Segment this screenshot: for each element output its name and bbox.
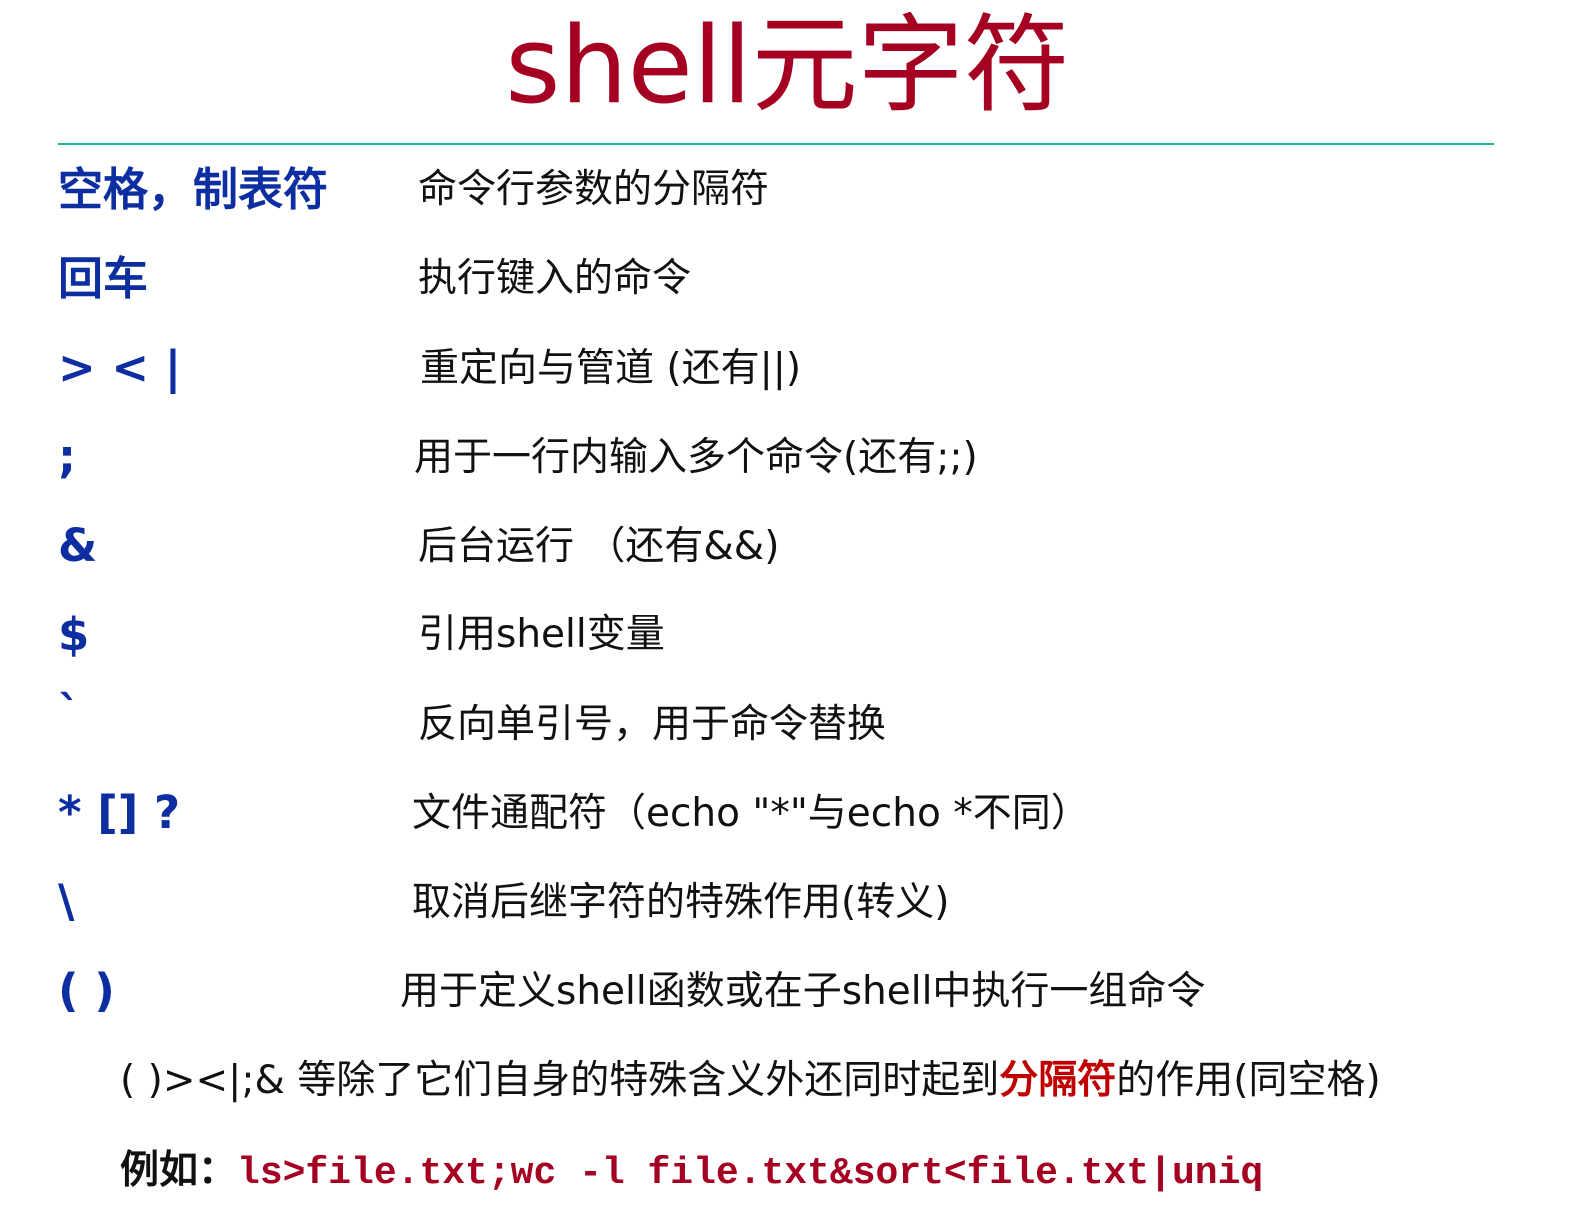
desc-backslash: 取消后继字符的特殊作用(转义) [412, 880, 950, 925]
example-line: 例如：ls>file.txt;wc -l file.txt&sort<file.… [120, 1146, 1263, 1203]
symbol-redirect-pipe: > < | [58, 341, 182, 394]
note-text-before: ( )><|;& 等除了它们自身的特殊含义外还同时起到 [120, 1058, 1000, 1103]
example-label: 例如： [120, 1148, 238, 1193]
title-divider [58, 143, 1494, 145]
slide-title: shell元字符 [505, 4, 1070, 127]
desc-wildcards: 文件通配符（echo "*"与echo *不同） [412, 791, 1090, 836]
note-highlight: 分隔符 [999, 1058, 1117, 1103]
desc-enter: 执行键入的命令 [418, 256, 692, 301]
example-code: ls>file.txt;wc -l file.txt&sort<file.txt… [237, 1152, 1264, 1195]
desc-dollar: 引用shell变量 [418, 612, 665, 657]
desc-parentheses: 用于定义shell函数或在子shell中执行一组命令 [400, 969, 1206, 1014]
desc-space-tab: 命令行参数的分隔符 [418, 167, 770, 212]
symbol-wildcards: * [] ? [58, 786, 181, 839]
symbol-enter: 回车 [58, 252, 149, 305]
note-text-after: 的作用(同空格) [1116, 1058, 1381, 1103]
symbol-dollar: $ [58, 608, 90, 661]
desc-redirect-pipe: 重定向与管道 (还有||) [420, 346, 802, 391]
desc-backtick: 反向单引号，用于命令替换 [418, 702, 887, 747]
desc-semicolon: 用于一行内输入多个命令(还有;;) [414, 435, 978, 480]
symbol-space-tab: 空格，制表符 [58, 163, 329, 216]
symbol-parentheses: ( ) [58, 964, 115, 1017]
separator-note: ( )><|;& 等除了它们自身的特殊含义外还同时起到分隔符的作用(同空格) [120, 1056, 1381, 1106]
symbol-backslash: \ [58, 875, 75, 928]
symbol-ampersand: & [58, 519, 98, 572]
desc-ampersand: 后台运行 （还有&&) [418, 524, 780, 569]
symbol-backtick: ` [58, 686, 81, 739]
symbol-semicolon: ; [58, 430, 76, 483]
